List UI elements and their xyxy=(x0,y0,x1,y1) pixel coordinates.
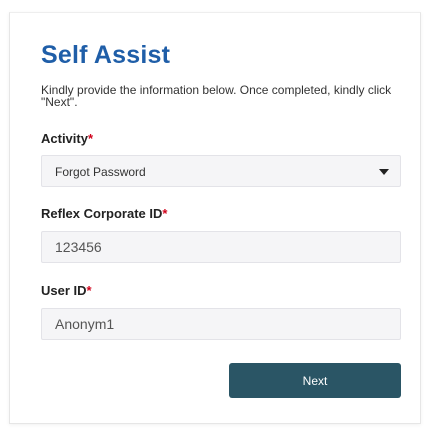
corporate-id-field xyxy=(41,231,401,263)
user-id-label-text: User ID xyxy=(41,283,87,298)
instructions-text: Kindly provide the information below. On… xyxy=(41,83,392,109)
activity-select[interactable]: Forgot Password xyxy=(41,155,401,187)
caret-down-icon xyxy=(379,169,389,175)
page: Self Assist Kindly provide the informati… xyxy=(0,0,427,429)
activity-label: Activity* xyxy=(41,131,93,146)
page-title: Self Assist xyxy=(41,41,171,69)
user-id-input[interactable] xyxy=(42,309,400,339)
corporate-id-input[interactable] xyxy=(42,232,400,262)
activity-select-value: Forgot Password xyxy=(55,165,146,179)
next-button[interactable]: Next xyxy=(229,363,401,398)
required-marker: * xyxy=(87,131,94,146)
required-marker: * xyxy=(86,283,92,298)
activity-label-text: Activity xyxy=(41,131,88,146)
user-id-field xyxy=(41,308,401,340)
corporate-id-label-text: Reflex Corporate ID xyxy=(41,206,163,221)
user-id-label: User ID* xyxy=(41,283,92,298)
required-marker: * xyxy=(162,206,168,221)
corporate-id-label: Reflex Corporate ID* xyxy=(41,206,167,221)
